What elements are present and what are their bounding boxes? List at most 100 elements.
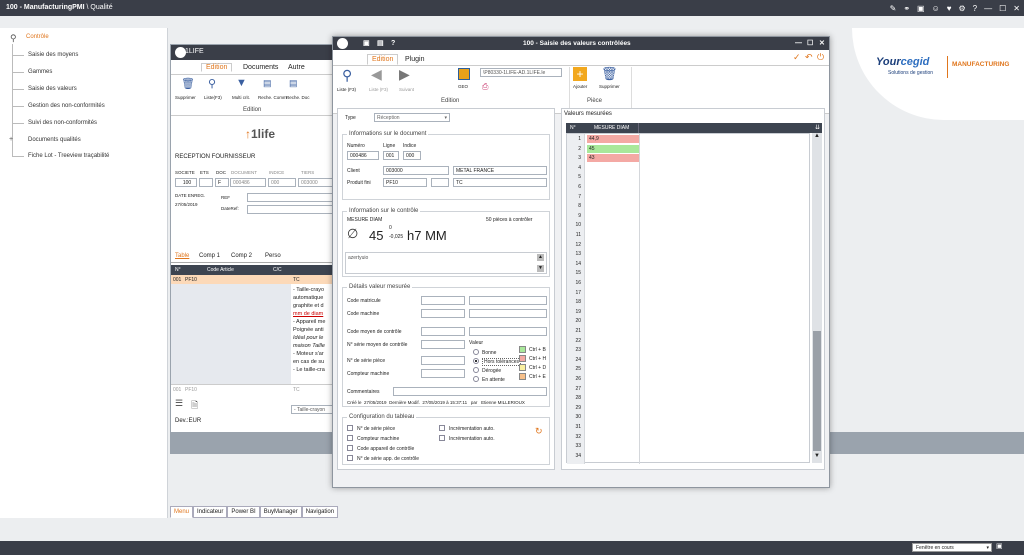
bottom-tab-buymanager[interactable]: BuyManager <box>259 506 302 518</box>
undo-icon[interactable]: ↶ <box>805 52 813 63</box>
indice-field[interactable]: 000 <box>403 151 421 160</box>
maximize-icon[interactable]: ☐ <box>999 4 1006 13</box>
value-cell[interactable] <box>587 337 639 345</box>
sidebar-item-documents[interactable]: Documents qualités <box>28 137 81 143</box>
value-cell[interactable] <box>587 423 639 431</box>
bottom-tab-menu[interactable]: Menu <box>170 506 194 518</box>
value-cell[interactable] <box>587 365 639 373</box>
compteur-field[interactable] <box>421 369 465 378</box>
minimize-icon[interactable]: — <box>984 4 992 13</box>
chk-incr-2[interactable] <box>439 435 445 441</box>
path-select[interactable]: \P80330-1LIFE-AD.1LIFE.le <box>480 68 562 77</box>
value-cell[interactable] <box>587 346 639 354</box>
value-cell[interactable] <box>587 221 639 229</box>
comment-field[interactable] <box>393 387 547 396</box>
expand-cols-icon[interactable]: ⇊ <box>815 124 820 131</box>
scroll-thumb[interactable] <box>813 331 821 451</box>
value-cell[interactable] <box>587 260 639 268</box>
bottom-tab-navigation[interactable]: Navigation <box>301 506 339 518</box>
search-icon[interactable]: ⚲ <box>208 77 216 90</box>
value-cell[interactable]: 44,9 <box>587 135 639 143</box>
radio-bonne[interactable] <box>473 349 479 355</box>
value-cell[interactable] <box>587 212 639 220</box>
serie-moyen-field[interactable] <box>421 340 465 349</box>
chk-serie-piece[interactable] <box>347 425 353 431</box>
indice-field[interactable]: 000 <box>268 178 296 187</box>
value-cell[interactable] <box>587 241 639 249</box>
moyen-desc[interactable] <box>469 327 547 336</box>
btn-supprimer[interactable]: Supprimer <box>175 95 196 100</box>
btn-liste-disabled[interactable]: Liste (F3) <box>369 87 388 92</box>
favorite-icon[interactable]: ♥ <box>947 4 952 13</box>
trash-icon[interactable]: 🗑 <box>181 77 195 90</box>
close-icon[interactable]: ✕ <box>819 37 825 50</box>
value-cell[interactable] <box>587 413 639 421</box>
document-field[interactable]: 000486 <box>230 178 266 187</box>
scroll-up-icon[interactable]: ▲ <box>814 133 820 139</box>
tab-edition[interactable]: Edition <box>201 63 233 72</box>
scroll-up-icon[interactable]: ▲ <box>537 254 544 261</box>
radio-derogee[interactable] <box>473 367 479 373</box>
chk-compteur[interactable] <box>347 435 353 441</box>
value-cell[interactable] <box>587 452 639 460</box>
numero-field[interactable]: 000486 <box>347 151 379 160</box>
sidebar-item-saisie-moyens[interactable]: Saisie des moyens <box>28 52 78 58</box>
menu-icon[interactable]: ☰ <box>175 398 183 409</box>
value-cell[interactable] <box>587 394 639 402</box>
next-icon[interactable]: ▶ <box>399 66 410 83</box>
control-comment[interactable]: azertyuio ▲ ▼ <box>345 252 547 274</box>
power-icon[interactable]: ⏻ <box>817 52 824 63</box>
client-code-field[interactable]: 003000 <box>383 166 449 175</box>
ref-field[interactable] <box>247 193 335 202</box>
scroll-down-icon[interactable]: ▼ <box>814 453 820 459</box>
sidebar-item-suivi-nc[interactable]: Suivi des non-conformités <box>28 120 97 126</box>
value-cell[interactable] <box>587 202 639 210</box>
value-cell[interactable] <box>587 327 639 335</box>
value-cell[interactable] <box>587 250 639 258</box>
tab-perso[interactable]: Perso <box>265 253 281 259</box>
validate-icon[interactable]: ✓ <box>793 52 801 63</box>
value-cell[interactable] <box>587 269 639 277</box>
table-row[interactable]: 001 PF10 TC <box>171 275 337 284</box>
btn-multi[interactable]: Multi crit. <box>232 95 250 100</box>
tab-comp2[interactable]: Comp 2 <box>231 253 252 259</box>
tab-table[interactable]: Table <box>175 253 189 259</box>
matricule-desc[interactable] <box>469 296 547 305</box>
sidebar-item-gammes[interactable]: Gammes <box>28 69 52 75</box>
minimize-icon[interactable]: — <box>795 37 802 50</box>
value-cell[interactable] <box>587 356 639 364</box>
scroll-down-icon[interactable]: ▼ <box>537 265 544 272</box>
radio-hors-tolerances[interactable] <box>473 358 479 364</box>
radio-en-attente[interactable] <box>473 376 479 382</box>
machine-desc[interactable] <box>469 309 547 318</box>
btn-supprimer[interactable]: Supprimer <box>599 84 620 89</box>
value-cell[interactable] <box>587 289 639 297</box>
value-cell[interactable] <box>587 404 639 412</box>
window-icon[interactable]: ▣ <box>917 4 925 13</box>
maximize-icon[interactable]: ☐ <box>807 37 813 50</box>
filter-icon[interactable]: ▼ <box>236 77 247 89</box>
note-field[interactable]: - Taille-crayon <box>291 405 335 414</box>
value-cell[interactable] <box>587 433 639 441</box>
btn-geo[interactable]: GEO <box>458 84 468 89</box>
tab-edition[interactable]: Edition <box>367 54 399 65</box>
ligne-field[interactable]: 001 <box>383 151 399 160</box>
type-select[interactable]: Réception ▾ <box>374 113 450 122</box>
btn-suivant[interactable]: Suivant <box>399 87 414 92</box>
add-icon[interactable]: + <box>573 67 587 81</box>
tiers-field[interactable]: 003000 <box>298 178 335 187</box>
trash-icon[interactable]: 🗑 <box>601 66 618 82</box>
window-select[interactable]: Fenêtre en cours ▾ <box>912 543 992 552</box>
close-icon[interactable]: ✕ <box>1013 4 1020 13</box>
folder-icon[interactable]: ▤ <box>263 78 272 89</box>
window-icon[interactable]: ▣ <box>996 542 1003 550</box>
previous-icon[interactable]: ◀ <box>371 66 382 83</box>
search-icon[interactable]: ⚲ <box>342 67 352 84</box>
value-cell[interactable] <box>587 193 639 201</box>
value-cell[interactable] <box>587 442 639 450</box>
societe-field[interactable]: 100 <box>175 178 197 187</box>
product-code-field[interactable]: PF10 <box>383 178 427 187</box>
serie-piece-field[interactable] <box>421 356 465 365</box>
sidebar-item-saisie-valeurs[interactable]: Saisie des valeurs <box>28 86 77 92</box>
refresh-icon[interactable]: ↻ <box>535 426 543 437</box>
